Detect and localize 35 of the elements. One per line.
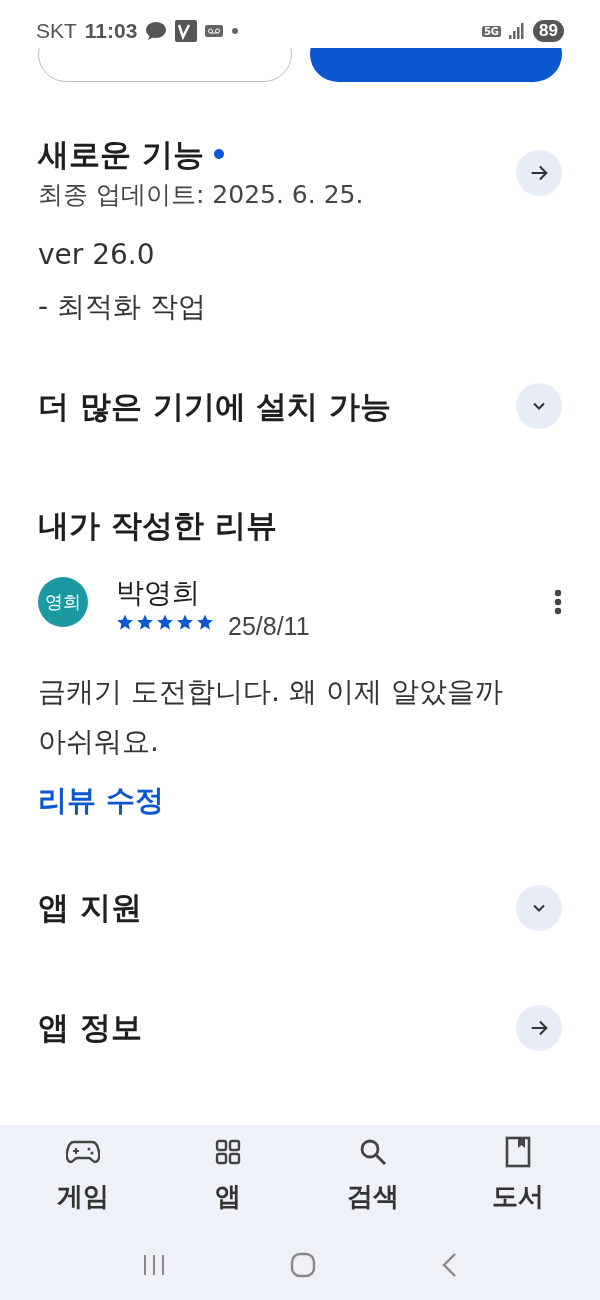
edit-review-link[interactable]: 리뷰 수정	[38, 780, 562, 821]
clock-time: 11:03	[84, 19, 138, 43]
book-icon	[504, 1136, 531, 1168]
user-avatar: 영희	[38, 577, 88, 628]
arrow-button[interactable]	[516, 149, 562, 196]
chat-bubble-icon	[145, 21, 168, 41]
more-options-icon[interactable]	[554, 589, 562, 616]
section-title: 앱 지원	[38, 888, 142, 928]
release-note: - 최적화 작업	[38, 289, 207, 326]
nav-tab[interactable]: 게임	[10, 1125, 155, 1230]
gamepad-icon	[65, 1139, 100, 1165]
nav-tab[interactable]: 도서	[445, 1125, 590, 1230]
network-type: 5G	[481, 25, 502, 37]
update-date: 최종 업데이트: 2025. 6. 25.	[38, 179, 364, 212]
section-title: 더 많은 기기에 설치 가능	[38, 387, 392, 427]
dot-icon	[231, 27, 240, 35]
release-note: ver 26.0	[38, 237, 156, 274]
back-icon[interactable]	[440, 1252, 458, 1278]
reviewer-name: 박영희	[116, 574, 201, 611]
voicemail-icon	[205, 25, 224, 37]
section-title: 앱 정보	[38, 1008, 142, 1048]
app-notification-icon	[175, 20, 198, 42]
signal-icon	[509, 23, 526, 39]
nav-tab[interactable]: 앱	[155, 1125, 300, 1230]
battery-level: 89	[533, 20, 564, 42]
review-date: 25/8/11	[228, 611, 310, 641]
recent-apps-icon[interactable]	[142, 1253, 166, 1277]
arrow-button[interactable]	[516, 1004, 562, 1051]
home-icon[interactable]	[290, 1252, 316, 1278]
section-title: 새로운 기능	[38, 135, 204, 174]
nav-tab[interactable]: 검색	[300, 1125, 445, 1230]
section-title: 내가 작성한 리뷰	[38, 506, 278, 546]
grid-icon	[214, 1139, 241, 1165]
review-text: 금캐기 도전합니다. 왜 이제 알았을까 아쉬워요.	[38, 673, 504, 760]
carrier-name: SKT	[36, 19, 77, 43]
